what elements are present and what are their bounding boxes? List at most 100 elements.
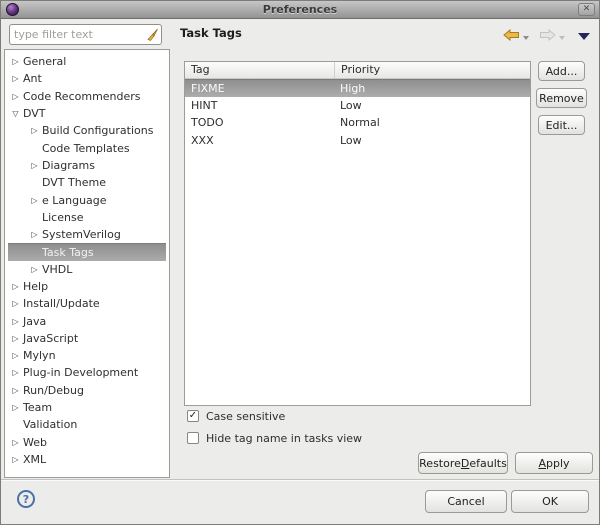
expand-arrow-icon[interactable]: ▷ — [27, 265, 42, 274]
expand-arrow-icon[interactable]: ▷ — [27, 196, 42, 205]
expand-arrow-icon[interactable]: ▷ — [8, 368, 23, 377]
tag-cell: FIXME — [191, 81, 225, 95]
header-toolbar — [503, 28, 590, 44]
help-button[interactable]: ? — [17, 490, 35, 508]
option-hide-tag-name-in-tasks-view[interactable]: Hide tag name in tasks view — [187, 431, 362, 445]
preferences-window: Preferences ✕ ▷General▷Ant▷Code Recommen… — [0, 0, 600, 525]
tree-item-label: Build Configurations — [42, 124, 154, 138]
tree-item-diagrams[interactable]: ▷ Diagrams — [8, 157, 166, 174]
tree-item-label: JavaScript — [23, 331, 79, 345]
tree-item-validation[interactable]: Validation — [8, 416, 166, 433]
column-header-tag[interactable]: Tag — [185, 62, 334, 78]
expand-arrow-icon[interactable]: ▷ — [8, 403, 23, 412]
tree-item-general[interactable]: ▷ General — [8, 53, 166, 70]
tree-item-e-language[interactable]: ▷ e Language — [8, 191, 166, 208]
tree-item-label: Plug-in Development — [23, 366, 139, 380]
apply-button[interactable]: Apply — [515, 452, 593, 474]
expand-arrow-icon[interactable]: ▷ — [8, 299, 23, 308]
help-icon: ? — [22, 492, 30, 506]
table-row[interactable]: FIXME High — [185, 79, 530, 97]
add-button[interactable]: Add... — [538, 61, 585, 81]
tree-item-vhdl[interactable]: ▷ VHDL — [8, 261, 166, 278]
back-history-chevron-icon[interactable] — [523, 35, 529, 40]
tree-item-label: Task Tags — [42, 245, 94, 259]
remove-button[interactable]: Remove — [536, 88, 587, 108]
tree-item-label: Web — [23, 435, 47, 449]
tree-item-label: e Language — [42, 193, 107, 207]
tree-item-run-debug[interactable]: ▷ Run/Debug — [8, 382, 166, 399]
forward-history-chevron-icon[interactable] — [559, 35, 565, 40]
forward-arrow-icon[interactable] — [539, 28, 556, 44]
expand-arrow-icon[interactable]: ▷ — [8, 455, 23, 464]
window-title: Preferences — [262, 3, 338, 16]
tree-item-label: DVT — [23, 107, 46, 121]
tree-item-license[interactable]: License — [8, 209, 166, 226]
tree-item-help[interactable]: ▷ Help — [8, 278, 166, 295]
expand-arrow-icon[interactable]: ▷ — [8, 92, 23, 101]
priority-cell: High — [340, 81, 366, 95]
preferences-tree: ▷ General ▷ Ant ▷ Code Recommenders ▽ DVT ▷ Build… — [4, 49, 170, 478]
priority-cell: Low — [340, 133, 362, 147]
option-label: Case sensitive — [206, 409, 286, 423]
tree-item-label: Validation — [23, 418, 78, 432]
expand-arrow-icon[interactable]: ▷ — [27, 230, 42, 239]
tag-cell: HINT — [191, 98, 218, 112]
column-header-priority[interactable]: Priority — [334, 62, 530, 78]
tree-item-xml[interactable]: ▷ XML — [8, 451, 166, 468]
tree-item-web[interactable]: ▷ Web — [8, 434, 166, 451]
collapse-arrow-icon[interactable]: ▽ — [8, 109, 23, 118]
close-button[interactable]: ✕ — [578, 3, 595, 16]
ok-button[interactable]: OK — [511, 490, 589, 513]
expand-arrow-icon[interactable]: ▷ — [8, 282, 23, 291]
tag-cell: XXX — [191, 133, 214, 147]
expand-arrow-icon[interactable]: ▷ — [8, 386, 23, 395]
tree-item-label: Install/Update — [23, 297, 100, 311]
close-icon: ✕ — [582, 4, 591, 14]
tree-item-systemverilog[interactable]: ▷ SystemVerilog — [8, 226, 166, 243]
tree-item-team[interactable]: ▷ Team — [8, 399, 166, 416]
cancel-button[interactable]: Cancel — [425, 490, 507, 513]
tree-item-label: Run/Debug — [23, 383, 84, 397]
expand-arrow-icon[interactable]: ▷ — [8, 317, 23, 326]
titlebar[interactable]: Preferences ✕ — [1, 1, 599, 19]
view-menu-icon[interactable] — [578, 33, 590, 40]
expand-arrow-icon[interactable]: ▷ — [8, 438, 23, 447]
tree-item-mylyn[interactable]: ▷ Mylyn — [8, 347, 166, 364]
table-row[interactable]: HINT Low — [185, 97, 530, 115]
back-arrow-icon[interactable] — [503, 28, 520, 44]
filter-input[interactable] — [10, 28, 143, 41]
tree-item-label: Java — [23, 314, 47, 328]
restore-defaults-button[interactable]: Restore Defaults — [418, 452, 508, 474]
tree-item-label: XML — [23, 452, 47, 466]
tree-item-dvt[interactable]: ▽ DVT — [8, 105, 166, 122]
checkbox-checked-icon[interactable]: ✓ — [187, 410, 199, 422]
options: ✓ Case sensitive Hide tag name in tasks vi… — [187, 409, 362, 445]
expand-arrow-icon[interactable]: ▷ — [8, 351, 23, 360]
tree-item-label: Code Templates — [42, 141, 130, 155]
tree-item-code-templates[interactable]: Code Templates — [8, 139, 166, 156]
tree-item-java[interactable]: ▷ Java — [8, 312, 166, 329]
expand-arrow-icon[interactable]: ▷ — [8, 334, 23, 343]
expand-arrow-icon[interactable]: ▷ — [27, 161, 42, 170]
expand-arrow-icon[interactable]: ▷ — [8, 74, 23, 83]
table-row[interactable]: XXX Low — [185, 132, 530, 150]
checkbox-unchecked-icon[interactable] — [187, 432, 199, 444]
table-row[interactable]: TODO Normal — [185, 114, 530, 132]
tree-item-task-tags[interactable]: Task Tags — [8, 243, 166, 261]
edit-button[interactable]: Edit... — [538, 115, 585, 135]
expand-arrow-icon[interactable]: ▷ — [27, 126, 42, 135]
expand-arrow-icon[interactable]: ▷ — [8, 57, 23, 66]
tree-item-code-recommenders[interactable]: ▷ Code Recommenders — [8, 88, 166, 105]
tree-item-ant[interactable]: ▷ Ant — [8, 70, 166, 87]
tree-item-dvt-theme[interactable]: DVT Theme — [8, 174, 166, 191]
option-case-sensitive[interactable]: ✓ Case sensitive — [187, 409, 362, 423]
tree-item-label: Mylyn — [23, 349, 56, 363]
tree-item-label: SystemVerilog — [42, 228, 121, 242]
tree-item-install-update[interactable]: ▷ Install/Update — [8, 295, 166, 312]
tree-item-plug-in-development[interactable]: ▷ Plug-in Development — [8, 364, 166, 381]
tree-item-build-configurations[interactable]: ▷ Build Configurations — [8, 122, 166, 139]
task-tags-table-body: FIXME High HINT Low TODO Normal XXX Low — [185, 79, 530, 149]
tree-item-javascript[interactable]: ▷ JavaScript — [8, 330, 166, 347]
priority-cell: Low — [340, 98, 362, 112]
clear-filter-brush-icon[interactable] — [143, 27, 161, 43]
